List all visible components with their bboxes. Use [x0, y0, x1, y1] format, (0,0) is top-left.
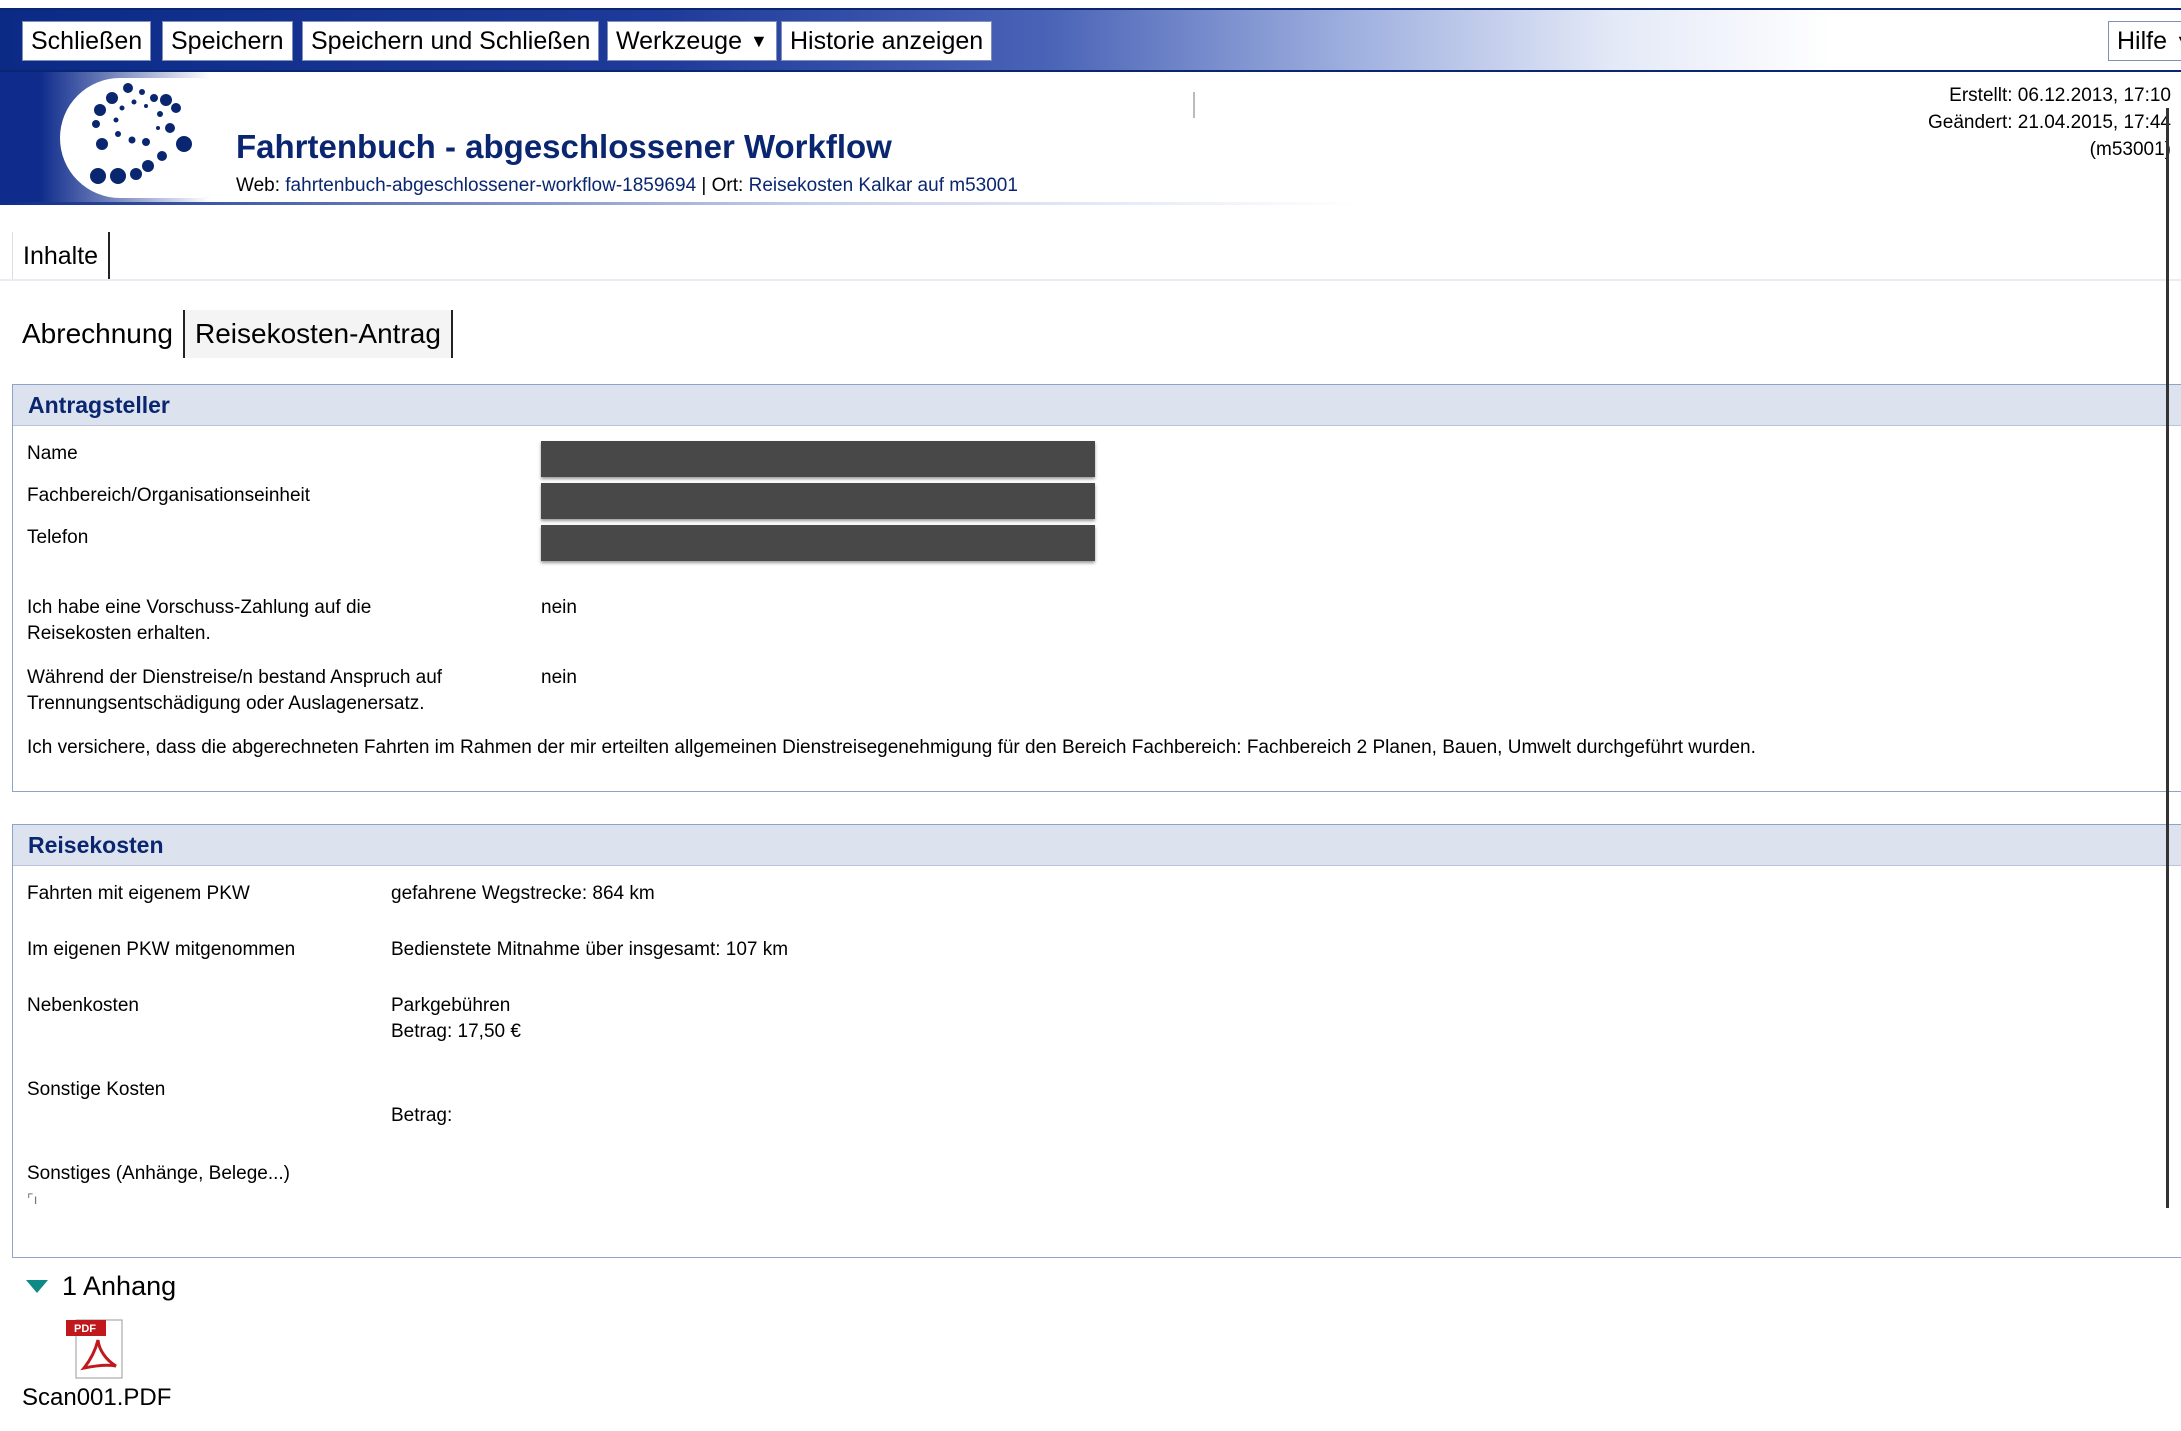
vorschuss-value: nein [541, 597, 577, 618]
tab-inhalte[interactable]: Inhalte [12, 232, 111, 280]
section-antragsteller: Antragsteller Name Fachbereich/Organisat… [12, 384, 2181, 792]
trennung-label-line: Trennungsentschädigung oder Auslagenersa… [27, 693, 425, 714]
name-redacted [541, 441, 1095, 477]
fachbereich-redacted [541, 483, 1095, 519]
show-history-button[interactable]: Historie anzeigen [781, 21, 993, 61]
main-tabs: Inhalte [12, 232, 111, 280]
versicherung-text: Ich versichere, dass die abgerechneten F… [27, 737, 1756, 758]
save-and-close-button[interactable]: Speichern und Schließen [302, 21, 600, 61]
name-label: Name [27, 443, 78, 464]
fachbereich-label: Fachbereich/Organisationseinheit [27, 485, 311, 506]
mitgenommen-label: Im eigenen PKW mitgenommen [27, 939, 296, 960]
header-divider [0, 202, 1360, 205]
section-heading: Antragsteller [13, 385, 2181, 426]
close-button[interactable]: Schließen [22, 21, 152, 61]
mitgenommen-value: Bedienstete Mitnahme über insgesamt: 107… [391, 939, 789, 960]
tools-label: Werkzeuge [616, 27, 742, 55]
created-date: Erstellt: 06.12.2013, 17:10 [1949, 85, 2171, 106]
toolbar: Schließen Speichern Speichern und Schlie… [0, 8, 2181, 72]
attachment-filename[interactable]: Scan001.PDF [22, 1384, 171, 1412]
trennung-label-line: Während der Dienstreise/n bestand Anspru… [27, 667, 443, 688]
author-id: (m53001) [2089, 139, 2171, 160]
pkw-value: gefahrene Wegstrecke: 864 km [391, 883, 655, 904]
text-cursor-icon [1193, 92, 1195, 118]
help-label: Hilfe [2117, 27, 2168, 55]
web-label: Web: [236, 175, 286, 196]
changed-date: Geändert: 21.04.2015, 17:44 [1928, 112, 2171, 133]
nebenkosten-label: Nebenkosten [27, 995, 139, 1016]
nebenkosten-value: Parkgebühren Betrag: 17,50 € [391, 993, 521, 1045]
telefon-redacted [541, 525, 1095, 561]
tabs-divider [0, 279, 2181, 281]
tab-abrechnung[interactable]: Abrechnung [12, 310, 186, 358]
trennung-label: Während der Dienstreise/n bestand Anspru… [27, 665, 442, 717]
pdf-icon-text: PDF [74, 1323, 96, 1335]
save-button[interactable]: Speichern [162, 21, 293, 61]
dots-logo-icon [90, 83, 192, 184]
document-location: Web: fahrtenbuch-abgeschlossener-workflo… [236, 175, 1018, 197]
document-dates: Erstellt: 06.12.2013, 17:10 Geändert: 21… [1928, 82, 2171, 163]
help-menu-button[interactable]: Hilfe ▼ [2108, 21, 2181, 61]
pdf-icon-graphic: PDF [66, 1319, 123, 1379]
trennung-value: nein [541, 667, 577, 688]
sub-tabs: Abrechnung Reisekosten-Antrag [12, 310, 453, 358]
chevron-down-icon: ▼ [2175, 31, 2181, 51]
chevron-down-icon: ▼ [750, 31, 768, 51]
logo [60, 78, 220, 198]
tab-reisekosten-antrag[interactable]: Reisekosten-Antrag [185, 310, 453, 358]
vorschuss-label-line: Ich habe eine Vorschuss-Zahlung auf die [27, 597, 372, 618]
vertical-scrollbar[interactable] [2166, 108, 2169, 1208]
pdf-file-icon[interactable]: PDF [62, 1318, 128, 1380]
expand-attachments-icon[interactable] [26, 1280, 48, 1293]
vorschuss-label-line: Reisekosten erhalten. [27, 623, 211, 644]
pkw-label: Fahrten mit eigenem PKW [27, 883, 250, 904]
meta-separator: | [696, 175, 712, 196]
ort-link[interactable]: Reisekosten Kalkar auf m53001 [749, 175, 1018, 196]
vorschuss-label: Ich habe eine Vorschuss-Zahlung auf die … [27, 595, 371, 647]
attachments-title[interactable]: 1 Anhang [62, 1271, 176, 1302]
web-link[interactable]: fahrtenbuch-abgeschlossener-workflow-185… [285, 175, 696, 196]
sonstige-kosten-value: Betrag: [391, 1105, 453, 1126]
ort-label: Ort: [711, 175, 749, 196]
sonstige-kosten-label: Sonstige Kosten [27, 1079, 166, 1100]
section-heading: Reisekosten [13, 825, 2181, 866]
nebenkosten-type: Parkgebühren [391, 995, 511, 1016]
sonstiges-label: Sonstiges (Anhänge, Belege...) [27, 1163, 291, 1184]
tools-menu-button[interactable]: Werkzeuge ▼ [607, 21, 777, 61]
nebenkosten-amount: Betrag: 17,50 € [391, 1021, 521, 1042]
page-title: Fahrtenbuch - abgeschlossener Workflow [236, 128, 892, 165]
broken-image-icon: ⌜ı [27, 1191, 38, 1207]
section-reisekosten: Reisekosten Fahrten mit eigenem PKW gefa… [12, 824, 2181, 1258]
telefon-label: Telefon [27, 527, 89, 548]
